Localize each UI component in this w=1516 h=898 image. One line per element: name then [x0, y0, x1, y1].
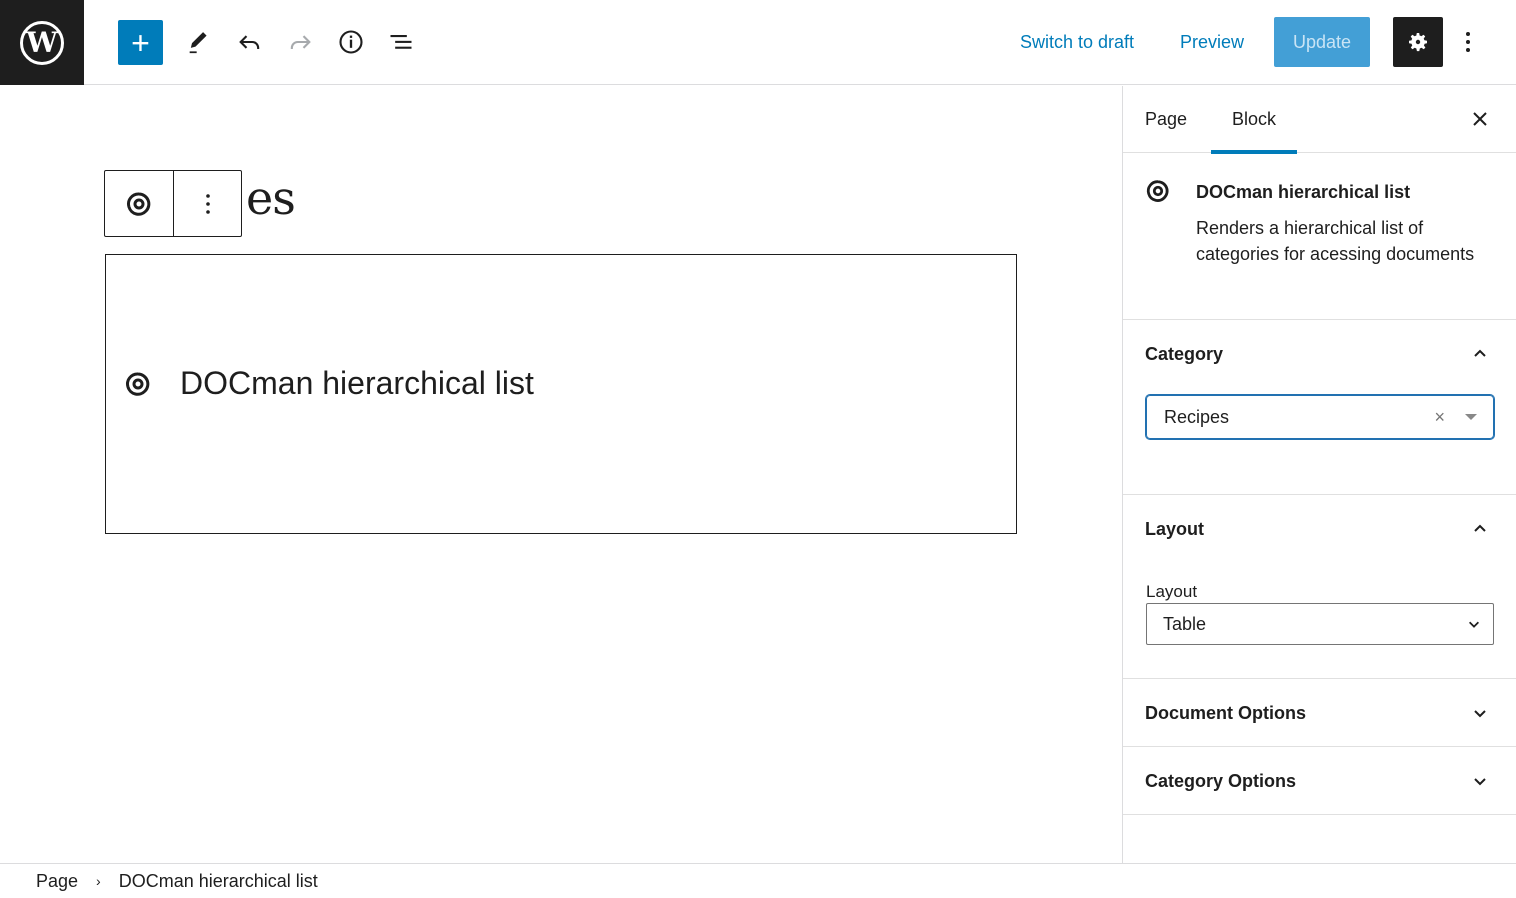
layout-select[interactable]: Table [1146, 603, 1494, 645]
category-selected-value: Recipes [1164, 406, 1230, 427]
gear-icon [1409, 33, 1427, 52]
chevron-down-icon [1474, 710, 1486, 718]
wordpress-logo-button[interactable]: W [0, 0, 84, 85]
list-view-icon [390, 35, 412, 49]
category-select[interactable]: Recipes × [1146, 395, 1494, 439]
category-panel-title: Category [1145, 343, 1224, 364]
block-placeholder-title: DOCman hierarchical list [180, 365, 534, 401]
settings-sidebar: Page Block DOCman hierarchical list Rend… [1122, 86, 1516, 863]
wordpress-icon: W [20, 20, 64, 65]
docman-icon [127, 192, 151, 216]
docman-icon [1146, 180, 1169, 202]
layout-panel: Layout Layout Table [1123, 495, 1516, 679]
breadcrumb: Page › DOCman hierarchical list [0, 863, 1516, 898]
clear-selection-icon[interactable]: × [1434, 407, 1445, 428]
pencil-icon [189, 32, 207, 54]
docman-icon [126, 372, 150, 396]
undo-icon [239, 35, 260, 49]
breadcrumb-item-page[interactable]: Page [36, 871, 78, 892]
info-icon [339, 30, 363, 54]
close-icon [1473, 112, 1487, 126]
block-toolbar [104, 170, 242, 237]
preview-button[interactable]: Preview [1172, 17, 1252, 67]
undo-button[interactable] [228, 17, 272, 67]
document-options-panel: Document Options [1123, 679, 1516, 747]
tab-page[interactable]: Page [1145, 86, 1187, 153]
close-sidebar-button[interactable] [1472, 106, 1488, 134]
category-panel: Category Recipes × [1123, 320, 1516, 495]
chevron-right-icon: › [96, 873, 101, 889]
options-menu-button[interactable] [1452, 17, 1484, 67]
tools-button[interactable] [177, 17, 221, 67]
dropdown-arrow-icon[interactable] [1465, 414, 1477, 420]
chevron-up-icon [1474, 524, 1486, 532]
document-options-toggle[interactable]: Document Options [1123, 679, 1516, 747]
category-options-title: Category Options [1145, 770, 1297, 791]
add-block-button[interactable]: + [118, 20, 163, 65]
document-options-title: Document Options [1145, 702, 1306, 723]
redo-button[interactable] [278, 17, 322, 67]
block-card-description: Renders a hierarchical list of categorie… [1196, 218, 1475, 264]
block-options-button[interactable] [173, 171, 241, 236]
layout-field-label: Layout [1146, 582, 1198, 601]
block-card-title: DOCman hierarchical list [1196, 182, 1411, 202]
editor-canvas: es DOCman hierarchical list [0, 86, 1122, 863]
breadcrumb-item-block[interactable]: DOCman hierarchical list [119, 871, 318, 892]
settings-button[interactable] [1393, 17, 1443, 67]
details-button[interactable] [329, 17, 373, 67]
chevron-up-icon [1474, 349, 1486, 357]
editor-header: W + Switch to draft Preview Update [0, 0, 1516, 85]
tab-block[interactable]: Block [1211, 86, 1298, 154]
layout-panel-toggle[interactable]: Layout [1123, 495, 1516, 563]
list-view-button[interactable] [379, 17, 423, 67]
docman-block-placeholder[interactable]: DOCman hierarchical list [105, 254, 1017, 534]
more-vertical-icon [205, 193, 210, 214]
block-type-button[interactable] [105, 171, 173, 236]
category-options-panel: Category Options [1123, 747, 1516, 815]
category-panel-toggle[interactable]: Category [1123, 320, 1516, 388]
switch-to-draft-button[interactable]: Switch to draft [1012, 17, 1142, 67]
more-vertical-icon [1466, 32, 1470, 52]
redo-icon [290, 35, 311, 49]
block-card: DOCman hierarchical list Renders a hiera… [1123, 153, 1516, 320]
layout-panel-title: Layout [1145, 518, 1205, 539]
category-options-toggle[interactable]: Category Options [1123, 747, 1516, 815]
page-heading-text[interactable]: es [246, 171, 296, 225]
chevron-down-icon [1474, 778, 1486, 786]
update-button[interactable]: Update [1274, 17, 1370, 67]
sidebar-tabs: Page Block [1123, 86, 1516, 154]
chevron-down-icon [1469, 621, 1479, 628]
layout-selected-value: Table [1163, 613, 1207, 634]
